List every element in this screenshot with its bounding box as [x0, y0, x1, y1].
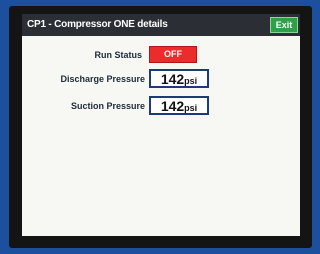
run-status-label: Run Status	[94, 50, 142, 60]
discharge-pressure-unit: psi	[184, 76, 198, 86]
hmi-screen: CP1 - Compressor ONE details Exit Run St…	[22, 14, 300, 236]
suction-pressure-label: Suction Pressure	[70, 101, 145, 111]
title-bar: CP1 - Compressor ONE details Exit	[22, 14, 300, 36]
discharge-pressure-value: 142	[160, 71, 185, 87]
run-status-badge: OFF	[149, 46, 197, 63]
page-title: CP1 - Compressor ONE details	[27, 19, 168, 30]
exit-button[interactable]: Exit	[270, 17, 298, 33]
discharge-pressure-label: Discharge Pressure	[60, 74, 145, 84]
discharge-pressure-field: 142psi	[149, 69, 209, 88]
suction-pressure-unit: psi	[184, 103, 198, 113]
suction-pressure-value: 142	[160, 98, 185, 114]
suction-pressure-field: 142psi	[149, 96, 209, 115]
